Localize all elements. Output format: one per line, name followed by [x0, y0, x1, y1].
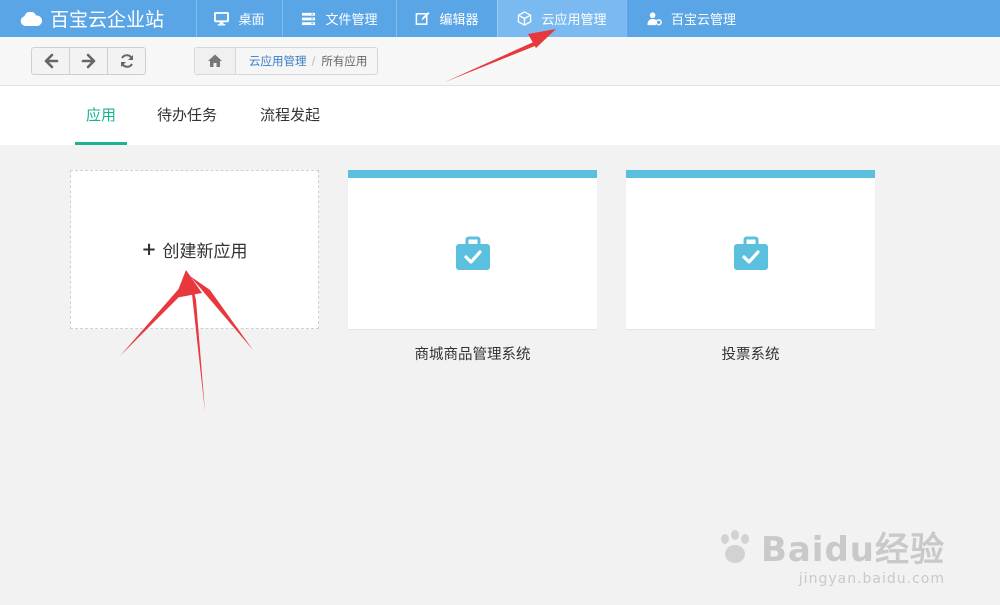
app-card-mall-product[interactable] — [348, 170, 597, 329]
nav-desktop-label: 桌面 — [238, 13, 265, 28]
arrow-right-icon — [81, 53, 95, 69]
create-app-label: 创建新应用 — [162, 242, 248, 262]
refresh-icon — [120, 54, 133, 68]
nav-baibao-cloud-manager[interactable]: 百宝云管理 — [626, 0, 756, 37]
nav-file-manager-label: 文件管理 — [325, 13, 378, 28]
brand-title: 百宝云企业站 — [50, 9, 165, 31]
app-name-voting[interactable]: 投票系统 — [626, 343, 875, 364]
user-gear-icon — [647, 12, 662, 26]
tab-todo-tasks[interactable]: 待办任务 — [157, 86, 217, 145]
server-icon — [302, 12, 316, 26]
back-button[interactable] — [31, 47, 70, 75]
home-icon — [208, 54, 222, 67]
edit-icon — [416, 11, 431, 25]
tab-process-launch[interactable]: 流程发起 — [260, 86, 320, 145]
forward-button[interactable] — [69, 47, 108, 75]
cube-icon — [518, 11, 532, 26]
cloud-icon — [20, 11, 42, 26]
nav-desktop[interactable]: 桌面 — [196, 0, 282, 37]
app-name-mall-product[interactable]: 商城商品管理系统 — [348, 343, 597, 364]
tab-bar: 应用 待办任务 流程发起 — [0, 86, 1000, 145]
nav-cloud-app-manager[interactable]: 云应用管理 — [497, 0, 626, 37]
paw-icon — [720, 529, 749, 563]
nav-editor[interactable]: 编辑器 — [396, 0, 497, 37]
watermark-url: jingyan.baidu.com — [798, 571, 945, 587]
briefcase-check-icon — [455, 236, 490, 270]
arrow-left-icon — [44, 53, 58, 69]
tab-apps[interactable]: 应用 — [75, 86, 127, 145]
breadcrumb-separator: / — [311, 54, 316, 68]
breadcrumb-current: 所有应用 — [321, 54, 368, 68]
app-card-voting[interactable] — [626, 170, 875, 329]
top-nav: 百宝云企业站 桌面 文件管理 编辑器 云应用管理 百宝云管理 — [0, 0, 1000, 37]
breadcrumb: 云应用管理 / 所有应用 — [194, 47, 379, 75]
create-app-card[interactable]: + 创建新应用 — [70, 170, 319, 329]
history-button-group — [31, 47, 146, 75]
watermark-brand: Baidu经验 — [715, 522, 945, 571]
watermark-brand-text: Baidu经验 — [760, 530, 945, 570]
brand[interactable]: 百宝云企业站 — [0, 0, 196, 37]
nav-file-manager[interactable]: 文件管理 — [282, 0, 396, 37]
breadcrumb-home[interactable] — [195, 48, 236, 74]
nav-baibao-cloud-manager-label: 百宝云管理 — [670, 13, 736, 28]
plus-icon: + — [141, 239, 157, 260]
monitor-icon — [214, 11, 230, 26]
nav-cloud-app-manager-label: 云应用管理 — [541, 13, 607, 28]
watermark: Baidu经验 jingyan.baidu.com — [715, 522, 945, 587]
nav-editor-label: 编辑器 — [439, 13, 479, 28]
breadcrumb-cloud-app-manager[interactable]: 云应用管理 — [236, 53, 307, 69]
refresh-button[interactable] — [107, 47, 146, 75]
toolbar: 云应用管理 / 所有应用 — [0, 37, 1000, 86]
briefcase-check-icon — [733, 236, 768, 270]
